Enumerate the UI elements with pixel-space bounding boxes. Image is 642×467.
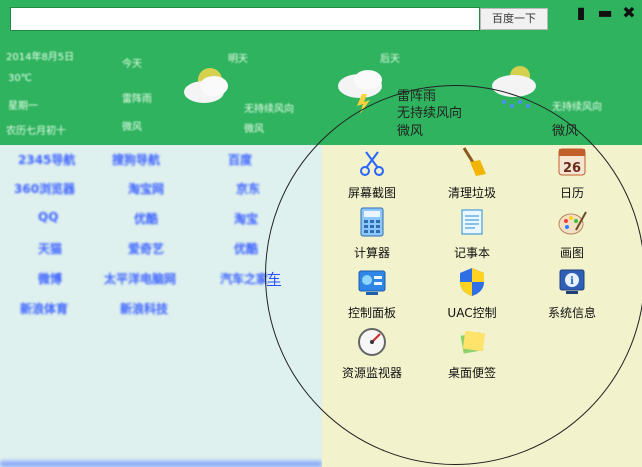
tool-calendar[interactable]: 26 日历	[532, 146, 612, 204]
link-item[interactable]: 天猫	[38, 240, 62, 257]
bottom-blur-line	[0, 461, 322, 467]
tool-label: 画图	[559, 246, 584, 260]
link-item[interactable]: 汽车之家	[220, 270, 268, 287]
thunder-cloud-icon	[332, 56, 392, 116]
link-item[interactable]: QQ	[38, 210, 58, 224]
today-label: 今天	[122, 59, 142, 70]
control-panel-icon	[356, 266, 388, 298]
temp-text: 30℃	[8, 73, 32, 84]
link-item[interactable]: 新浪体育	[20, 300, 68, 317]
link-item[interactable]: 京东	[236, 180, 260, 197]
link-item[interactable]: 优酷	[134, 210, 158, 227]
tool-label: 桌面便签	[447, 366, 496, 380]
info-icon: i	[556, 266, 588, 298]
wind-direction: 无持续风向	[397, 106, 463, 121]
link-item[interactable]: 新浪科技	[120, 300, 168, 317]
overflow-link[interactable]: 车	[267, 269, 281, 289]
tool-label: UAC控制	[447, 306, 497, 320]
palette-icon	[556, 206, 588, 238]
shield-icon	[456, 266, 488, 298]
broom-icon	[456, 146, 488, 178]
search-button[interactable]: 百度一下	[480, 8, 548, 30]
tool-label: 资源监视器	[341, 366, 402, 380]
calculator-icon	[356, 206, 388, 238]
tool-label: 控制面板	[347, 306, 396, 320]
tool-notepad[interactable]: 记事本	[432, 206, 512, 264]
close-icon[interactable]: ✖	[621, 5, 637, 21]
tool-label: 清理垃圾	[447, 186, 496, 200]
sticky-note-icon	[456, 326, 488, 358]
today-wind: 微风	[122, 122, 142, 133]
tool-calculator[interactable]: 计算器	[332, 206, 412, 264]
rain-cloud-icon	[486, 56, 546, 116]
tool-label: 屏幕截图	[347, 186, 396, 200]
links-panel: 2345导航 搜狗导航 百度 360浏览器 淘宝网 京东 QQ 优酷 淘宝 天猫…	[0, 145, 322, 467]
link-item[interactable]: 太平洋电脑网	[104, 270, 176, 287]
tomorrow-wind-dir: 无持续风向	[244, 104, 294, 115]
notepad-icon	[456, 206, 488, 238]
tool-sticky-notes[interactable]: 桌面便签	[432, 326, 512, 384]
day-after-wind-dir: 无持续风向	[552, 102, 602, 113]
link-item[interactable]: 爱奇艺	[128, 240, 164, 257]
svg-text:26: 26	[563, 161, 581, 176]
scissors-icon	[356, 146, 388, 178]
tool-label: 计算器	[353, 246, 390, 260]
tool-system-info[interactable]: i 系统信息	[532, 266, 612, 324]
weekday-text: 星期一	[8, 101, 38, 112]
link-item[interactable]: 360浏览器	[14, 180, 75, 197]
tomorrow-wind: 微风	[244, 124, 264, 135]
lunar-date: 农历七月初十	[6, 126, 66, 137]
tool-paint[interactable]: 画图	[532, 206, 612, 264]
link-item[interactable]: 优酷	[234, 240, 258, 257]
today-weather: 雷阵雨	[122, 94, 152, 105]
restore-icon[interactable]: ▮	[573, 5, 589, 21]
tool-control-panel[interactable]: 控制面板	[332, 266, 412, 324]
link-item[interactable]: 淘宝	[234, 210, 258, 227]
tool-screenshot[interactable]: 屏幕截图	[332, 146, 412, 204]
link-item[interactable]: 2345导航	[18, 151, 75, 168]
window-controls: ▮ ▬ ✖	[573, 3, 637, 23]
gauge-icon	[356, 326, 388, 358]
tool-label: 日历	[559, 186, 584, 200]
top-header: 百度一下 ▮ ▬ ✖ 2014年8月5日 今天 明天 后天 30℃ 星期一 雷阵…	[0, 0, 642, 145]
wind-strength-2: 微风	[552, 124, 579, 139]
link-item[interactable]: 百度	[228, 151, 252, 168]
cloud-sun-icon	[178, 56, 238, 116]
minimize-icon[interactable]: ▬	[597, 5, 613, 21]
tool-uac[interactable]: UAC控制	[432, 266, 512, 324]
tool-label: 系统信息	[547, 306, 596, 320]
link-item[interactable]: 搜狗导航	[112, 151, 160, 168]
svg-text:i: i	[570, 276, 574, 287]
tool-resource-monitor[interactable]: 资源监视器	[332, 326, 412, 384]
wind-strength: 微风	[397, 124, 424, 139]
link-item[interactable]: 淘宝网	[128, 180, 164, 197]
link-item[interactable]: 微博	[38, 270, 62, 287]
date-text: 2014年8月5日	[6, 52, 75, 63]
calendar-icon: 26	[556, 146, 588, 178]
tool-clean[interactable]: 清理垃圾	[432, 146, 512, 204]
search-input[interactable]	[10, 7, 480, 31]
tool-label: 记事本	[453, 246, 490, 260]
